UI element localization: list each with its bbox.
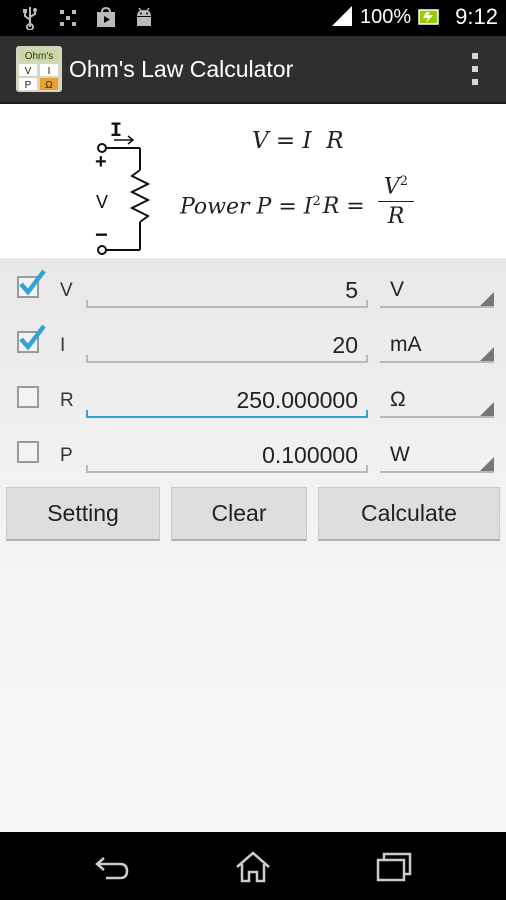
fraction-denominator: R [378,201,414,229]
row-voltage: V 5 V [0,260,506,316]
power-word: Power [180,194,257,220]
minus-sign: − [95,222,108,247]
voltage-unit-select[interactable]: V [380,276,494,308]
formula-line1: V = I R [252,128,344,154]
resistance-label: R [60,390,74,411]
svg-text:Ohm's: Ohm's [25,51,54,62]
current-value: 20 [332,332,358,358]
power-value: 0.100000 [262,442,358,468]
ohms-law-formula: V = I R [252,128,344,154]
svg-text:I: I [48,66,51,77]
resistance-unit: Ω [390,388,406,411]
signal-icon [330,5,354,29]
android-debug-icon [132,6,156,30]
plus-sign: + [95,151,107,173]
circuit-diagram: I + V − [95,120,151,255]
checkmark-icon [19,269,46,296]
battery-icon [417,5,441,29]
sim-icon [56,6,80,30]
back-icon[interactable] [92,850,132,884]
svg-text:P: P [25,80,32,91]
overflow-menu-icon[interactable] [470,53,480,85]
exponent-2: 2 [312,194,321,209]
current-input[interactable]: 20 [86,331,368,363]
usb-icon [18,6,42,30]
power-label: P [60,445,73,466]
dropdown-triangle-icon [480,402,494,416]
current-checkbox[interactable] [17,324,46,353]
current-unit-select[interactable]: mA [380,331,494,363]
power-checkbox[interactable] [17,441,39,463]
play-store-icon [94,6,118,30]
power-unit: W [390,443,410,466]
power-unit-select[interactable]: W [380,441,494,473]
home-icon[interactable] [233,850,273,884]
resistance-value: 250.000000 [236,387,358,413]
battery-percent: 100% [360,5,412,28]
formula-header: I + V − V = I R Power P = I2R = V2 R [0,104,506,258]
svg-text:V: V [25,66,32,77]
row-resistance: R 250.000000 Ω [0,370,506,426]
app-title: Ohm's Law Calculator [69,56,294,82]
voltage-unit: V [390,278,405,301]
clock: 9:12 [455,4,498,29]
row-current: I 20 mA [0,315,506,371]
resistance-unit-select[interactable]: Ω [380,386,494,418]
checkmark-icon [19,324,46,351]
current-label: I [60,335,66,356]
fraction-numerator: V [383,174,400,200]
voltage-checkbox[interactable] [17,269,46,298]
voltage-input[interactable]: 5 [86,276,368,308]
action-bar: Ohm's V I P Ω Ohm's Law Calculator [0,36,506,104]
voltage-label: V [96,192,108,212]
power-input[interactable]: 0.100000 [86,441,368,473]
row-power: P 0.100000 W [0,425,506,481]
navigation-bar [0,832,506,900]
app-icon[interactable]: Ohm's V I P Ω [16,46,62,92]
r-equals: R = [322,194,365,220]
dropdown-triangle-icon [480,457,494,471]
power-formula: Power P = I2R = [180,194,365,219]
dropdown-triangle-icon [480,292,494,306]
recent-apps-icon[interactable] [374,850,414,884]
resistance-checkbox[interactable] [17,386,39,408]
power-eq-start: P = I [256,194,313,220]
voltage-label: V [60,280,73,301]
resistance-input[interactable]: 250.000000 [86,386,368,418]
fraction-exponent: 2 [399,174,409,189]
clear-button[interactable]: Clear [171,487,307,541]
dropdown-triangle-icon [480,347,494,361]
setting-button[interactable]: Setting [6,487,160,541]
svg-text:Ω: Ω [45,80,53,91]
status-bar: 100% 9:12 [0,0,506,36]
power-fraction: V2 R [378,174,414,229]
current-unit: mA [390,333,422,356]
voltage-value: 5 [345,277,358,303]
calculate-button[interactable]: Calculate [318,487,500,541]
